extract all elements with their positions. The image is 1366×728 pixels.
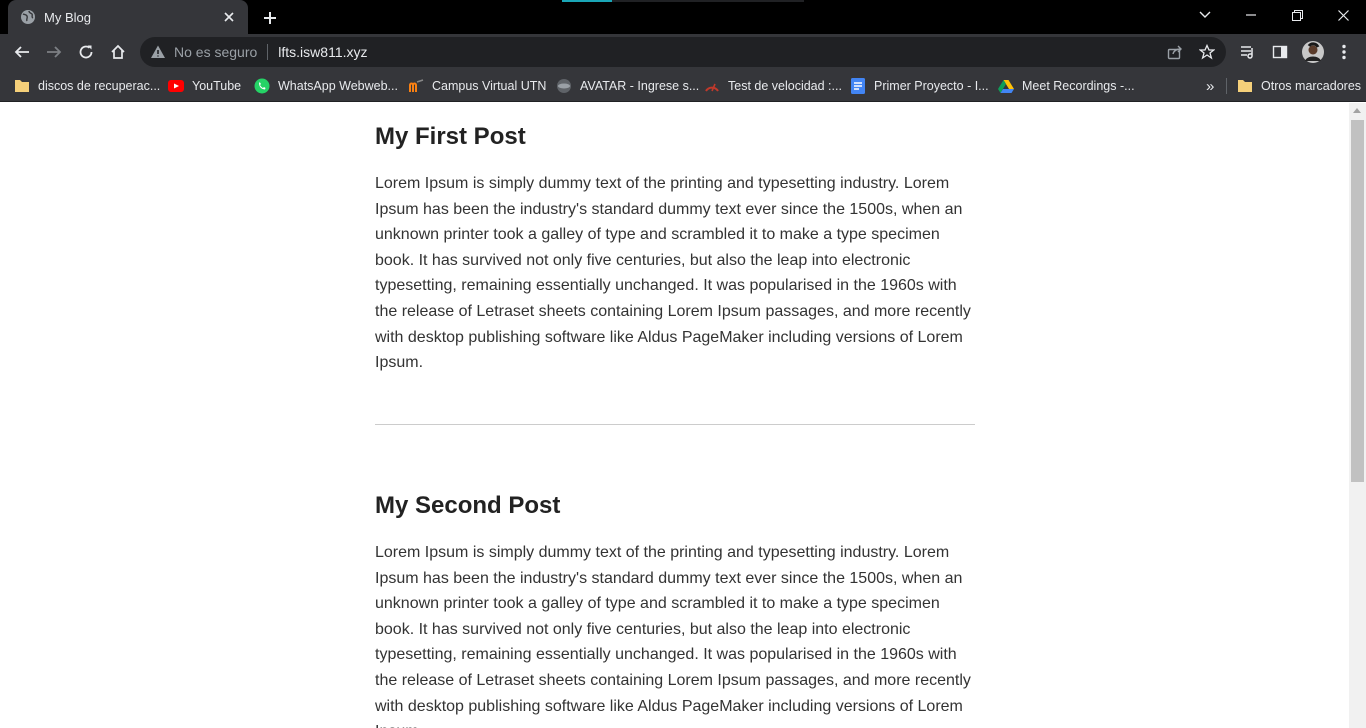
whatsapp-icon [254,78,270,94]
forward-button[interactable] [40,38,68,66]
post-divider [375,424,975,425]
browser-toolbar: No es seguro lfts.isw811.xyz [0,34,1366,70]
restore-button[interactable] [1274,0,1320,30]
folder-icon [1237,78,1253,94]
side-panel-icon[interactable] [1266,38,1294,66]
speedtest-icon [704,78,720,94]
bookmark-campus-virtual[interactable]: Campus Virtual UTN [408,75,546,97]
home-button[interactable] [104,38,132,66]
new-tab-button[interactable] [258,6,282,30]
globe-icon [20,9,36,25]
post-title[interactable]: My Second Post [375,492,560,520]
bookmark-star-icon[interactable] [1198,43,1216,61]
bookmark-meet-recordings[interactable]: Meet Recordings -... [998,75,1135,97]
share-icon[interactable] [1166,43,1184,61]
tab-search-button[interactable] [1182,0,1228,30]
other-bookmarks-folder[interactable]: Otros marcadores [1237,75,1361,97]
minimize-button[interactable] [1228,0,1274,30]
omnibox-separator [267,44,269,60]
bookmark-primer-proyecto[interactable]: Primer Proyecto - I... [850,75,989,97]
bookmark-discos[interactable]: discos de recuperac... [14,75,160,97]
post-body: Lorem Ipsum is simply dummy text of the … [375,544,971,728]
scroll-up-arrow-icon[interactable] [1353,108,1361,113]
avatar-site-icon [556,78,572,94]
page-viewport: My First Post Lorem Ipsum is simply dumm… [0,103,1366,728]
post-title[interactable]: My First Post [375,123,526,151]
bookmark-whatsapp[interactable]: WhatsApp Webweb... [254,75,398,97]
tab-strip: My Blog [0,0,1366,34]
moodle-icon [408,78,424,94]
loading-indicator [562,0,804,2]
reload-button[interactable] [72,38,100,66]
close-window-button[interactable] [1320,0,1366,30]
security-status[interactable]: No es seguro [174,44,257,60]
bookmark-speedtest[interactable]: Test de velocidad :... [704,75,842,97]
post-body: Lorem Ipsum is simply dummy text of the … [375,175,971,372]
scrollbar-thumb[interactable] [1351,120,1364,482]
menu-kebab-icon[interactable] [1330,38,1358,66]
drive-icon [998,78,1014,94]
profile-avatar[interactable] [1299,38,1327,66]
warning-icon[interactable] [150,44,166,60]
bookmarks-separator [1226,78,1227,94]
bookmarks-overflow-button[interactable]: » [1206,75,1214,97]
close-tab-icon[interactable] [220,8,238,26]
url-text[interactable]: lfts.isw811.xyz [278,44,367,60]
address-bar[interactable]: No es seguro lfts.isw811.xyz [140,37,1226,67]
bookmark-avatar[interactable]: AVATAR - Ingrese s... [556,75,699,97]
folder-icon [14,78,30,94]
bookmark-youtube[interactable]: YouTube [168,75,241,97]
bookmarks-bar: discos de recuperac... YouTube WhatsApp … [0,70,1366,102]
youtube-icon [168,78,184,94]
tab-my-blog[interactable]: My Blog [8,0,248,34]
page-scrollbar[interactable] [1349,103,1366,728]
reading-list-icon[interactable] [1234,38,1262,66]
docs-icon [850,78,866,94]
back-button[interactable] [8,38,36,66]
tab-title: My Blog [44,9,91,25]
